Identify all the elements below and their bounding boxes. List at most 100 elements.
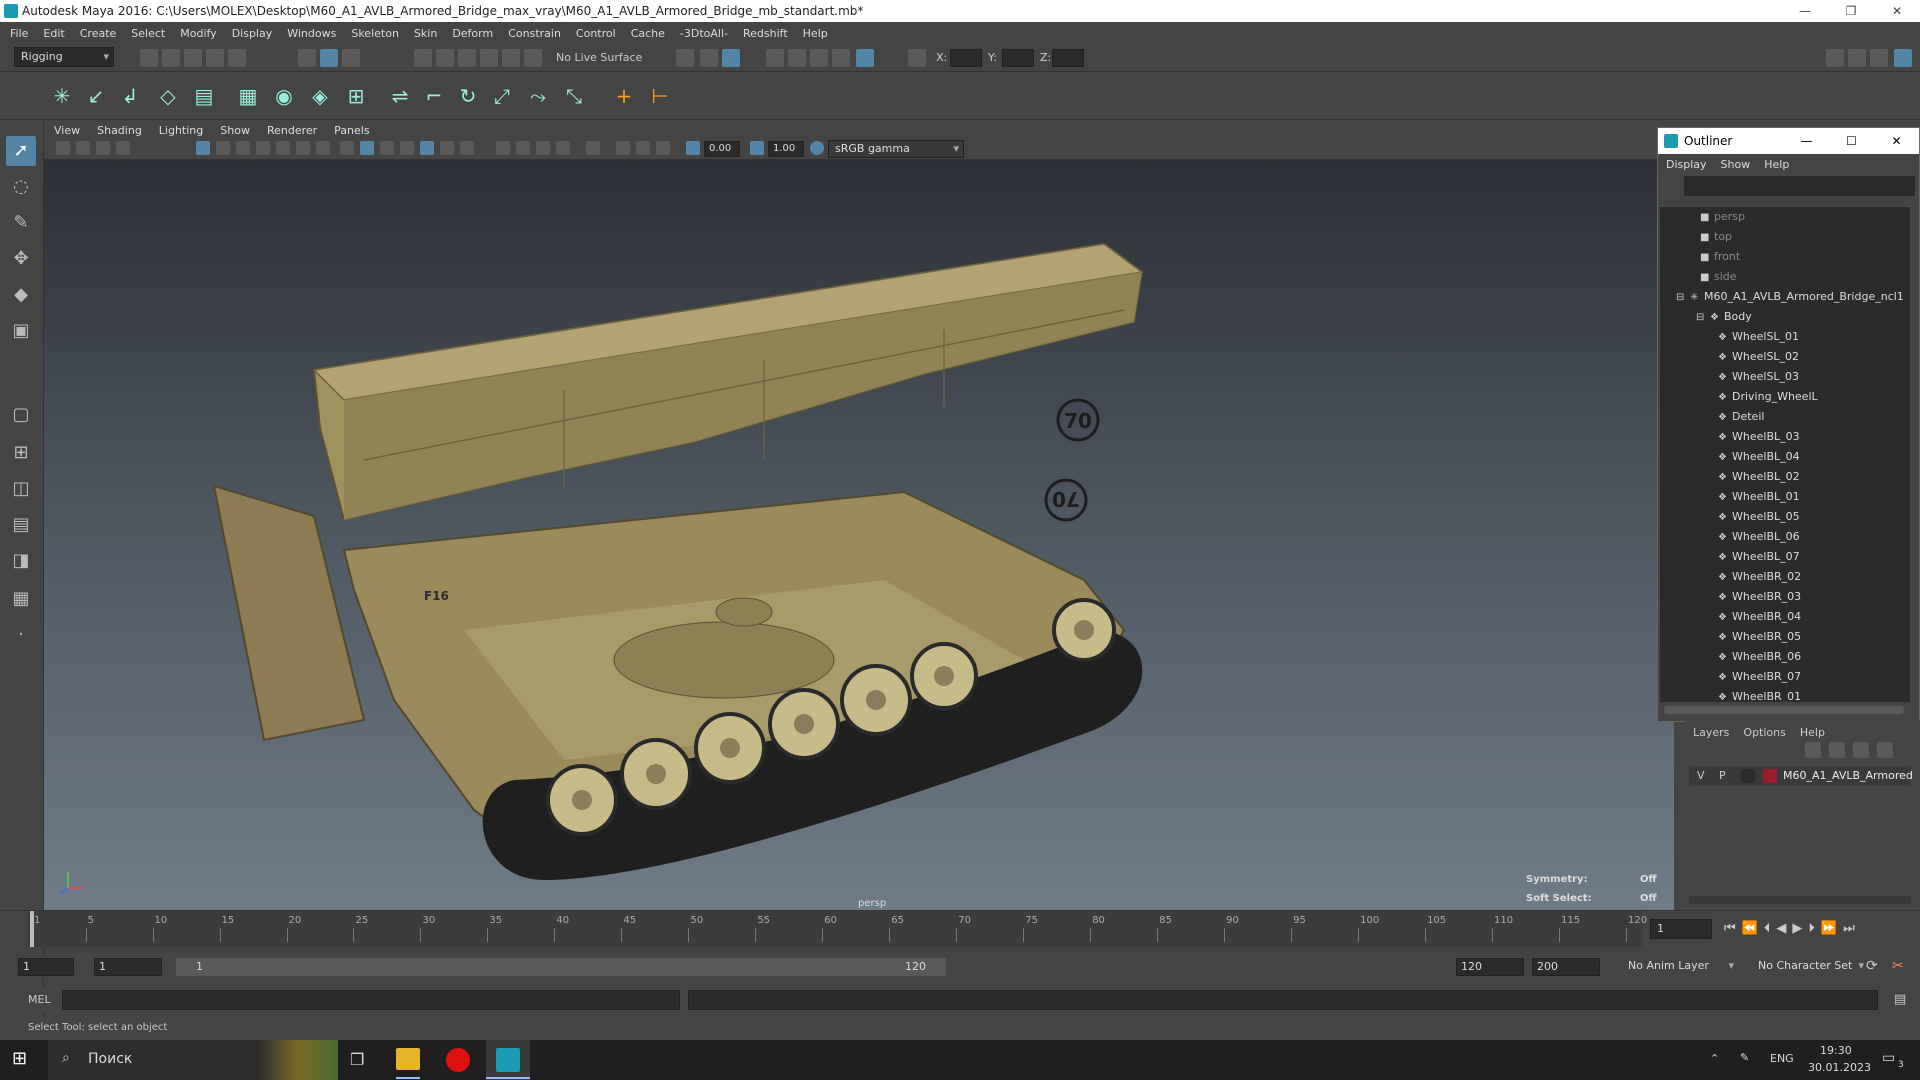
outliner-item[interactable]: ❖ Deteil [1718,407,1764,427]
move-tool-icon[interactable]: ✥ [6,244,36,274]
file-explorer-icon[interactable] [396,1048,420,1070]
select-component-icon[interactable] [342,49,360,67]
panel-menu-renderer[interactable]: Renderer [267,124,317,137]
menu-control[interactable]: Control [576,27,616,40]
clock-time[interactable]: 19:30 [1820,1044,1852,1057]
channel-box-icon[interactable] [1894,49,1912,67]
layer-display-type[interactable] [1741,769,1755,783]
step-back-key-icon[interactable]: ⏴ [1764,921,1771,936]
pole-vector-icon[interactable]: ⤡ [560,82,588,110]
z-field[interactable] [1052,49,1084,67]
language-indicator[interactable]: ENG [1770,1052,1794,1065]
command-language-label[interactable]: MEL [28,993,51,1006]
outliner-item[interactable]: ❖ WheelBL_04 [1718,447,1800,467]
menu-skeleton[interactable]: Skeleton [351,27,399,40]
joint-tool-icon[interactable]: ✳ [48,82,76,110]
outliner-close-button[interactable]: ✕ [1874,128,1919,154]
outliner-item[interactable]: ❖ WheelBL_05 [1718,507,1800,527]
windows-start-icon[interactable]: ⊞ [12,1048,27,1069]
layer-color-swatch[interactable] [1763,769,1777,783]
textured-icon[interactable] [420,141,434,155]
go-to-end-icon[interactable]: ⏭ [1843,921,1855,936]
outliner-item[interactable]: ❖ WheelSL_03 [1718,367,1799,387]
outliner-item[interactable]: ■ front [1700,247,1740,267]
camera-attributes-icon[interactable] [76,141,90,155]
point-constraint-icon[interactable]: ⌐ [420,82,448,110]
exposure-field[interactable]: 0.00 [704,141,740,157]
select-object-icon[interactable] [320,49,338,67]
current-frame-field[interactable]: 1 [1650,919,1712,939]
output-ops-icon[interactable] [700,49,718,67]
move-layer-up-icon[interactable] [1805,742,1821,758]
scale-tool-icon[interactable]: ▣ [6,316,36,346]
menu-set-dropdown[interactable]: Rigging [14,47,114,67]
menu-select[interactable]: Select [131,27,165,40]
bridge-tank-model[interactable]: 70 70 F16 [44,160,1674,910]
field-chart-icon[interactable] [276,141,290,155]
outliner-item[interactable]: ❖ WheelBR_05 [1718,627,1801,647]
select-tool-icon[interactable]: ➚ [6,136,36,166]
smooth-shade-icon[interactable] [360,141,374,155]
snap-live-icon[interactable] [524,49,542,67]
select-hierarchy-icon[interactable] [298,49,316,67]
construction-history-icon[interactable] [722,49,740,67]
color-space-dropdown[interactable]: sRGB gamma [828,140,964,158]
menu-edit[interactable]: Edit [43,27,64,40]
time-ticks[interactable]: 1 5 10 15 20 25 30 35 40 45 50 55 60 65 70 75 80 85 90 95 10… [28,911,1647,947]
isolate-select-icon[interactable] [586,141,600,155]
render-settings-icon[interactable] [832,49,850,67]
bookmark-icon[interactable] [96,141,110,155]
camera-select-icon[interactable] [56,141,70,155]
layers-menu-options[interactable]: Options [1743,726,1785,739]
opera-browser-icon[interactable] [446,1048,470,1072]
depth-of-field-icon[interactable] [556,141,570,155]
sculpt-icon[interactable]: ◈ [306,82,334,110]
menu-file[interactable]: File [10,27,28,40]
auto-key-icon[interactable]: ⟳ [1866,958,1878,974]
outliner-item[interactable]: ❖ WheelBR_01 [1718,687,1801,702]
step-back-frame-icon[interactable]: ⏪ [1742,921,1758,936]
control-curve-icon[interactable]: ⊢ [646,82,674,110]
color-management-icon[interactable] [810,141,824,155]
ipr-render-icon[interactable] [810,49,828,67]
snap-surface-icon[interactable] [502,49,520,67]
anim-layer-dropdown[interactable]: No Anim Layer [1622,957,1738,977]
persp-outliner-icon[interactable]: ▤ [6,510,36,540]
panel-menu-show[interactable]: Show [220,124,250,137]
collapse-icon[interactable]: ⊟ [1676,288,1690,308]
gamma-icon[interactable] [750,141,764,155]
animation-end-field[interactable]: 200 [1532,958,1600,976]
persp-graph-icon[interactable]: ◨ [6,546,36,576]
gamma-field[interactable]: 1.00 [768,141,804,157]
rotate-tool-icon[interactable]: ◆ [6,280,36,310]
outliner-item[interactable]: ❖ WheelBL_06 [1718,527,1800,547]
transform-mode-icon[interactable] [908,49,926,67]
menu-deform[interactable]: Deform [452,27,493,40]
aim-constraint-icon[interactable]: ⤳ [524,82,552,110]
paint-select-icon[interactable]: ✎ [6,208,36,238]
outliner-item[interactable]: ■ top [1700,227,1732,247]
panel-menu-lighting[interactable]: Lighting [159,124,203,137]
parent-constraint-icon[interactable]: ⇌ [386,82,414,110]
input-ops-icon[interactable] [676,49,694,67]
outliner-minimize-button[interactable]: — [1784,128,1829,154]
command-input[interactable] [62,990,680,1010]
clock-date[interactable]: 30.01.2023 [1808,1061,1871,1074]
x-field[interactable] [950,49,982,67]
four-view-icon[interactable]: ⊞ [6,438,36,468]
xray-joints-icon[interactable] [636,141,650,155]
collapse-icon[interactable]: ⊟ [1696,308,1710,328]
playback-start-field[interactable]: 1 [94,958,162,976]
snap-point-icon[interactable] [458,49,476,67]
bind-skin-icon[interactable]: ◇ [154,82,182,110]
outliner-item[interactable]: ⊟ ✳ M60_A1_AVLB_Armored_Bridge_ncl1 [1676,287,1904,307]
redo-icon[interactable] [228,49,246,67]
outliner-search-field[interactable] [1684,176,1915,196]
snap-grid-icon[interactable] [414,49,432,67]
wireframe-on-shaded-icon[interactable] [380,141,394,155]
panel-menu-shading[interactable]: Shading [97,124,142,137]
outliner-maximize-button[interactable]: ☐ [1829,128,1874,154]
step-forward-frame-icon[interactable]: ⏩ [1821,921,1837,936]
playback-end-field[interactable]: 120 [1456,958,1524,976]
default-material-icon[interactable] [400,141,414,155]
